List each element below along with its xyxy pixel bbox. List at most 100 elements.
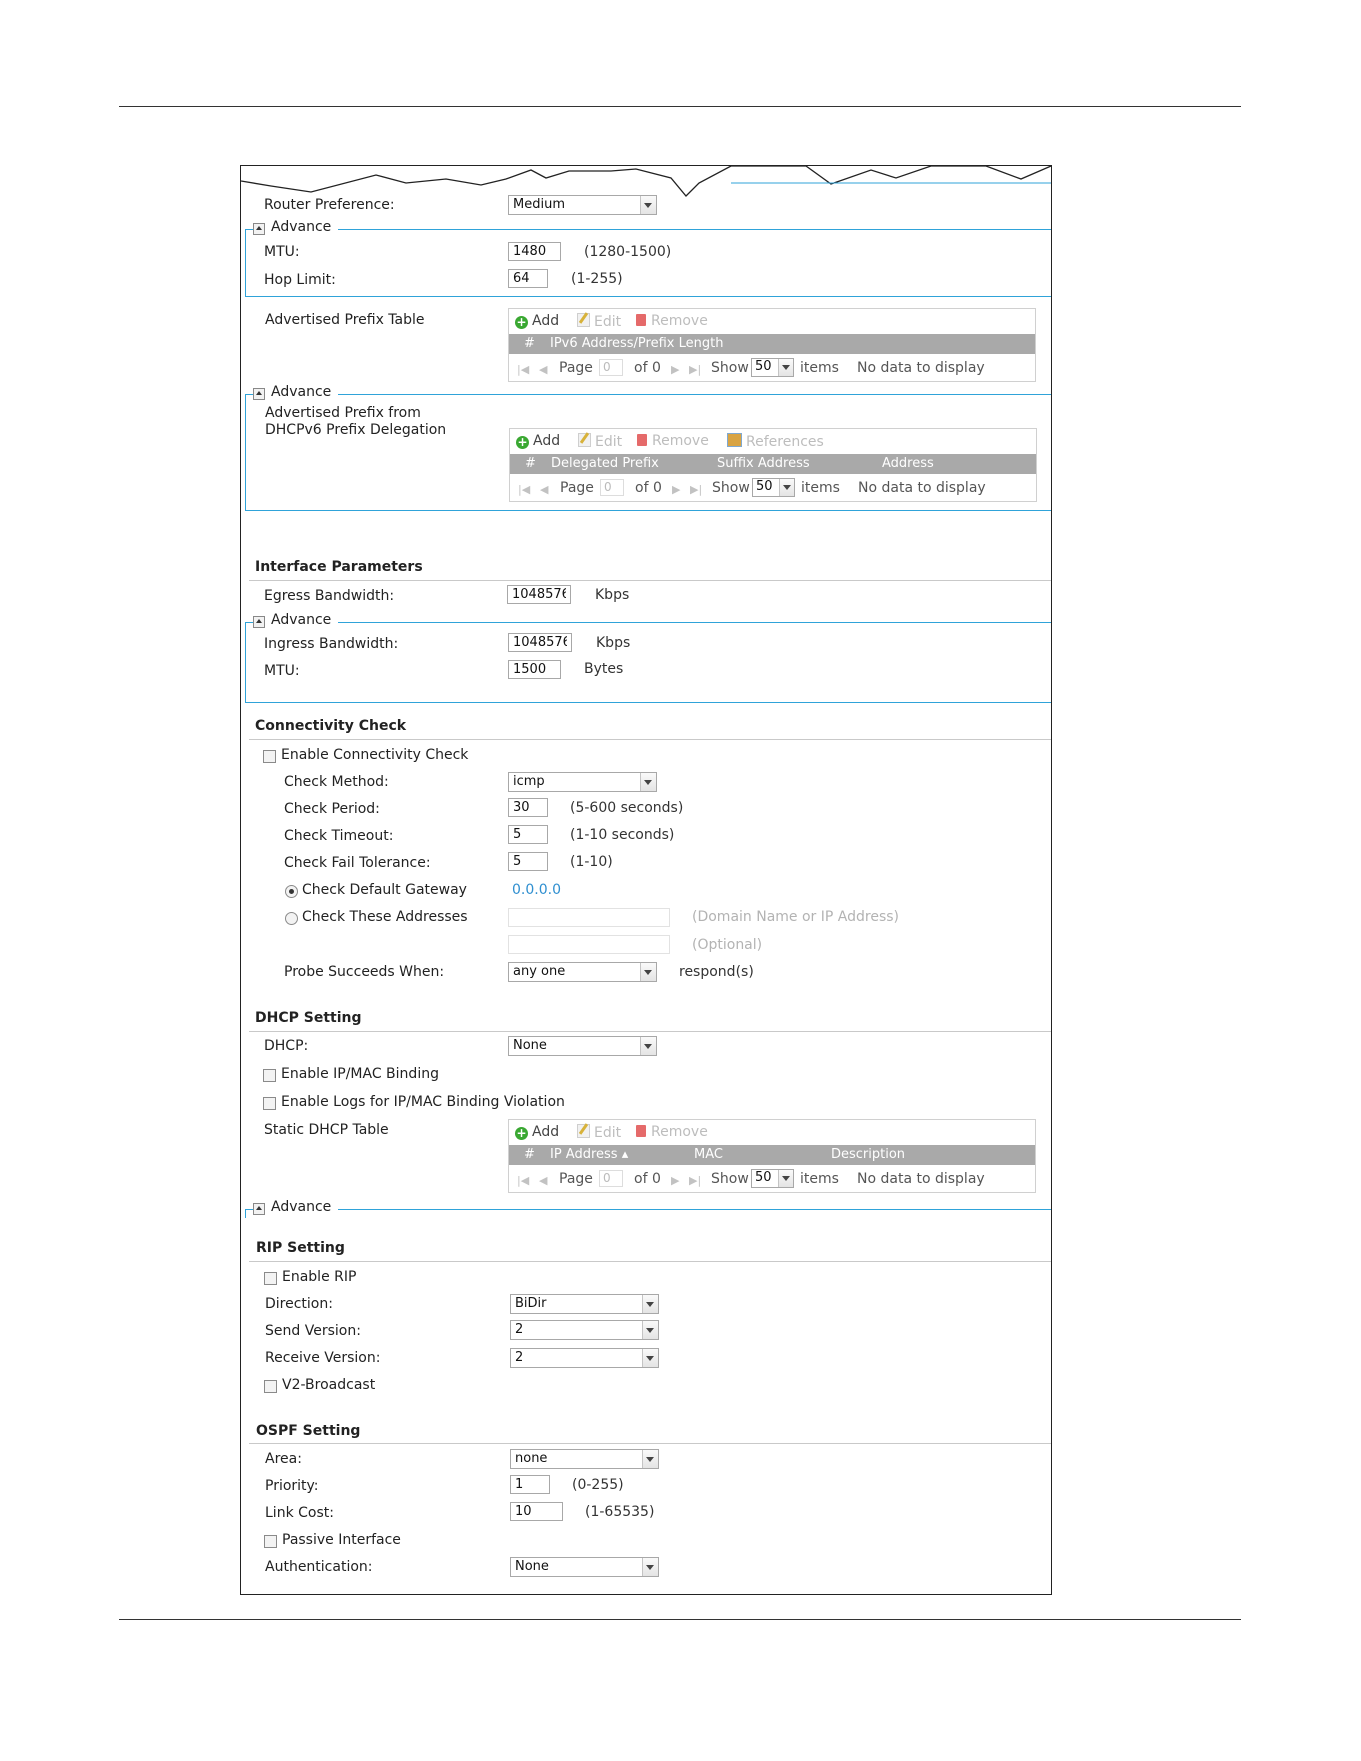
col-address[interactable]: Address (882, 456, 934, 471)
check-default-gateway-radio[interactable] (285, 885, 298, 898)
receive-version-select[interactable]: 2 (510, 1348, 659, 1368)
last-page-icon[interactable]: ▶| (689, 363, 701, 376)
dhcp-value: None (513, 1038, 547, 1053)
col-ipv6-address[interactable]: IPv6 Address/Prefix Length (550, 336, 723, 351)
edit-button[interactable]: Edit (577, 1124, 621, 1141)
add-label: Add (532, 313, 560, 329)
passive-interface-checkbox[interactable] (264, 1535, 277, 1548)
remove-button[interactable]: Remove (636, 1124, 708, 1140)
link-cost-label: Link Cost: (265, 1505, 334, 1521)
mtu-input[interactable] (508, 242, 561, 261)
check-period-label: Check Period: (284, 801, 380, 817)
direction-select[interactable]: BiDir (510, 1294, 659, 1314)
check-period-input[interactable] (508, 798, 548, 817)
dhcpv6-prefix-table: + Add Edit Remove References # Delegated … (509, 428, 1037, 502)
address-hint-1: (Domain Name or IP Address) (692, 909, 899, 925)
egress-bandwidth-input[interactable] (507, 585, 571, 604)
section-divider (249, 1443, 1051, 1444)
remove-button[interactable]: Remove (637, 433, 709, 449)
advance-box-top (338, 229, 1051, 230)
check-fail-tolerance-input[interactable] (508, 852, 548, 871)
next-page-icon[interactable]: ▶ (671, 1174, 679, 1187)
trash-icon (636, 314, 646, 326)
first-page-icon[interactable]: |◀ (518, 483, 530, 496)
advance-box-top (338, 622, 1051, 623)
col-ip-address[interactable]: IP Address ▴ (550, 1147, 628, 1162)
col-delegated-prefix[interactable]: Delegated Prefix (551, 456, 659, 471)
page-input[interactable]: 0 (600, 479, 624, 496)
v2-broadcast-checkbox[interactable] (264, 1380, 277, 1393)
next-page-icon[interactable]: ▶ (672, 483, 680, 496)
next-page-icon[interactable]: ▶ (671, 363, 679, 376)
add-button[interactable]: + Add (515, 1124, 559, 1140)
advance-toggle-label[interactable]: Advance (271, 612, 331, 628)
advance-toggle-label[interactable]: Advance (271, 384, 331, 400)
expand-toggle-icon[interactable] (253, 1203, 265, 1215)
advance-box-bottom (245, 510, 1051, 511)
table-header: # Delegated Prefix Suffix Address Addres… (510, 454, 1036, 474)
prev-page-icon[interactable]: ◀ (539, 1174, 547, 1187)
send-version-label: Send Version: (265, 1323, 361, 1339)
link-cost-hint: (1-65535) (585, 1504, 655, 1520)
chevron-down-icon (642, 1558, 658, 1576)
dhcp-label: DHCP: (264, 1038, 309, 1054)
ingress-bandwidth-input[interactable] (508, 633, 572, 652)
check-these-addresses-radio[interactable] (285, 912, 298, 925)
last-page-icon[interactable]: ▶| (689, 1174, 701, 1187)
section-divider (249, 1261, 1051, 1262)
references-label: References (746, 434, 824, 450)
collapse-toggle-icon[interactable] (253, 388, 265, 400)
edit-button[interactable]: Edit (577, 313, 621, 330)
dhcp-select[interactable]: None (508, 1036, 657, 1056)
first-page-icon[interactable]: |◀ (517, 363, 529, 376)
page-label: Page (559, 1171, 593, 1187)
send-version-select[interactable]: 2 (510, 1320, 659, 1340)
enable-rip-checkbox[interactable] (264, 1272, 277, 1285)
egress-bandwidth-label: Egress Bandwidth: (264, 588, 395, 604)
area-select[interactable]: none (510, 1449, 659, 1469)
show-label: Show (711, 1171, 749, 1187)
check-method-select[interactable]: icmp (508, 772, 657, 792)
advance-toggle-label[interactable]: Advance (271, 219, 331, 235)
last-page-icon[interactable]: ▶| (690, 483, 702, 496)
router-preference-select[interactable]: Medium (508, 195, 657, 215)
authentication-select[interactable]: None (510, 1557, 659, 1577)
page-input[interactable]: 0 (599, 1170, 623, 1187)
page-size-select[interactable]: 50 (751, 1169, 794, 1188)
col-mac[interactable]: MAC (694, 1147, 723, 1162)
interface-mtu-input[interactable] (508, 660, 561, 679)
prev-page-icon[interactable]: ◀ (540, 483, 548, 496)
first-page-icon[interactable]: |◀ (517, 1174, 529, 1187)
page-input[interactable]: 0 (599, 359, 623, 376)
edit-button[interactable]: Edit (578, 433, 622, 450)
probe-succeeds-select[interactable]: any one (508, 962, 657, 982)
link-cost-input[interactable] (510, 1502, 563, 1521)
page-size-select[interactable]: 50 (752, 478, 795, 497)
advance-toggle-label[interactable]: Advance (271, 1199, 331, 1215)
prev-page-icon[interactable]: ◀ (539, 363, 547, 376)
check-timeout-input[interactable] (508, 825, 548, 844)
enable-rip-label: Enable RIP (282, 1269, 357, 1285)
check-fail-tolerance-label: Check Fail Tolerance: (284, 855, 431, 871)
priority-input[interactable] (510, 1475, 550, 1494)
collapse-toggle-icon[interactable] (253, 223, 265, 235)
add-button[interactable]: + Add (515, 313, 559, 329)
page-size-select[interactable]: 50 (751, 358, 794, 377)
col-suffix-address[interactable]: Suffix Address (717, 456, 810, 471)
address-input-1[interactable] (508, 908, 670, 927)
chevron-down-icon (640, 773, 656, 791)
hop-limit-input[interactable] (508, 269, 548, 288)
remove-button[interactable]: Remove (636, 313, 708, 329)
collapse-toggle-icon[interactable] (253, 616, 265, 628)
advance-box-bottom (245, 296, 1051, 297)
add-icon: + (516, 435, 529, 449)
col-description[interactable]: Description (831, 1147, 905, 1162)
edit-icon (577, 313, 590, 327)
enable-ip-mac-binding-checkbox[interactable] (263, 1069, 276, 1082)
enable-connectivity-checkbox[interactable] (263, 750, 276, 763)
address-input-2[interactable] (508, 935, 670, 954)
enable-binding-logs-checkbox[interactable] (263, 1097, 276, 1110)
references-button[interactable]: References (727, 433, 824, 450)
add-button[interactable]: + Add (516, 433, 560, 449)
no-data-label: No data to display (857, 360, 985, 376)
